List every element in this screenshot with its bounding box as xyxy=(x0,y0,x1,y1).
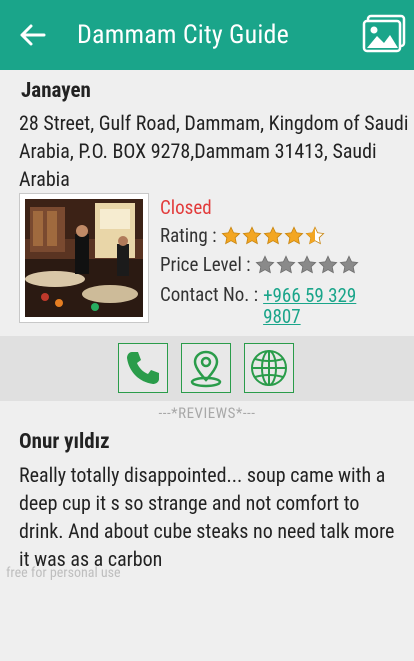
star-empty-icon xyxy=(339,254,359,273)
star-half-icon xyxy=(305,225,325,244)
star-empty-icon xyxy=(276,254,296,273)
phone-icon xyxy=(127,352,159,384)
price-level-stars xyxy=(255,254,360,275)
page-title: Dammam City Guide xyxy=(77,20,290,50)
call-button[interactable] xyxy=(118,343,168,393)
open-status: Closed xyxy=(160,196,212,219)
action-bar xyxy=(0,336,414,401)
star-full-icon xyxy=(284,225,304,244)
star-full-icon xyxy=(221,225,241,244)
place-address: 28 Street, Gulf Road, Dammam, Kingdom of… xyxy=(19,111,409,191)
map-pin-icon xyxy=(190,350,222,388)
price-level-label: Price Level : xyxy=(160,253,251,276)
place-name: Janayen xyxy=(21,79,91,103)
arrow-left-icon xyxy=(20,24,46,46)
contact-row: Contact No. : +966 59 329 9807 xyxy=(160,283,373,327)
restaurant-photo xyxy=(25,199,143,317)
website-button[interactable] xyxy=(244,343,294,393)
star-empty-icon xyxy=(255,254,275,273)
watermark: free for personal use xyxy=(6,565,121,581)
review-text: Really totally disappointed... soup came… xyxy=(19,463,395,571)
contact-label: Contact No. : xyxy=(160,283,259,306)
rating-row: Rating : xyxy=(160,224,326,247)
reviews-separator: ---*REVIEWS*--- xyxy=(158,404,256,422)
rating-label: Rating : xyxy=(160,224,217,247)
price-level-row: Price Level : xyxy=(160,253,360,276)
app-bar: Dammam City Guide xyxy=(0,0,414,70)
globe-icon xyxy=(251,350,287,386)
star-full-icon xyxy=(263,225,283,244)
review-author: Onur yıldız xyxy=(19,430,110,454)
place-photo[interactable] xyxy=(19,193,149,323)
rating-stars xyxy=(221,225,326,246)
star-empty-icon xyxy=(297,254,317,273)
back-button[interactable] xyxy=(14,18,54,52)
contact-number-link[interactable]: +966 59 329 9807 xyxy=(263,285,373,327)
star-empty-icon xyxy=(318,254,338,273)
image-gallery-icon xyxy=(362,14,406,53)
star-full-icon xyxy=(242,225,262,244)
gallery-button[interactable] xyxy=(362,14,406,54)
map-button[interactable] xyxy=(181,343,231,393)
